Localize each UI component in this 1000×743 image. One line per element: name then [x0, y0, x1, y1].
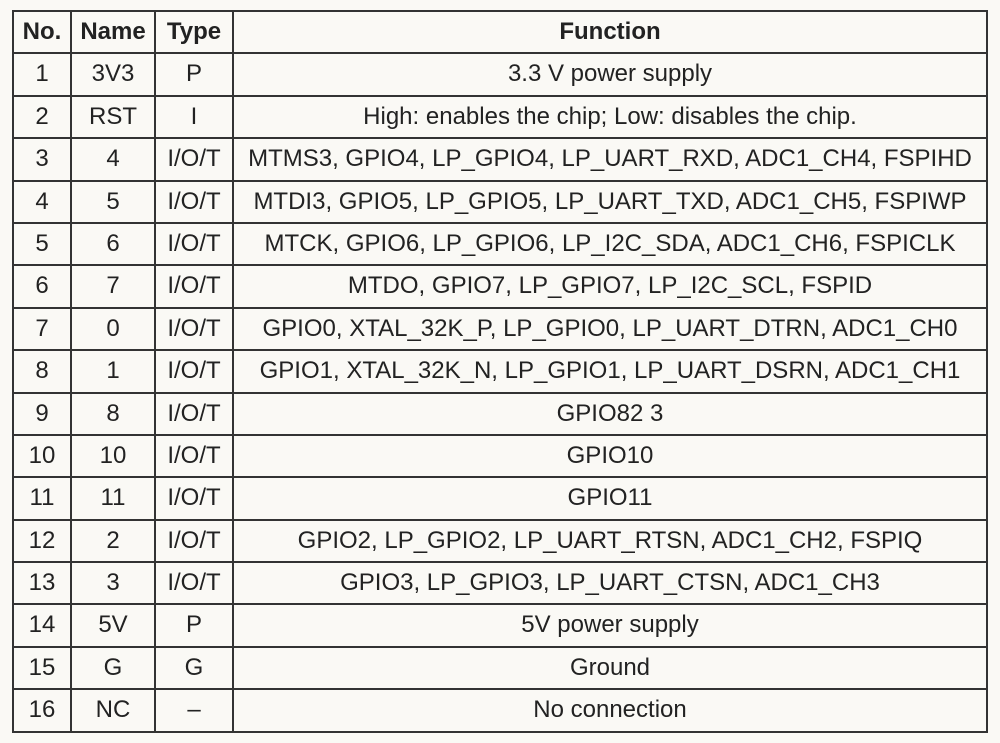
- cell-function: 5V power supply: [233, 604, 987, 646]
- header-name: Name: [71, 11, 155, 53]
- cell-name: 4: [71, 138, 155, 180]
- cell-function: GPIO82 3: [233, 393, 987, 435]
- cell-type: I/O/T: [155, 520, 233, 562]
- cell-name: 0: [71, 308, 155, 350]
- cell-type: –: [155, 689, 233, 731]
- header-no: No.: [13, 11, 71, 53]
- cell-function: GPIO3, LP_GPIO3, LP_UART_CTSN, ADC1_CH3: [233, 562, 987, 604]
- table-row: 145VP5V power supply: [13, 604, 987, 646]
- cell-type: I/O/T: [155, 562, 233, 604]
- table-row: 1010I/O/TGPIO10: [13, 435, 987, 477]
- cell-type: I/O/T: [155, 435, 233, 477]
- cell-no: 9: [13, 393, 71, 435]
- cell-no: 4: [13, 181, 71, 223]
- cell-no: 6: [13, 265, 71, 307]
- cell-name: 6: [71, 223, 155, 265]
- cell-type: I/O/T: [155, 223, 233, 265]
- cell-function: High: enables the chip; Low: disables th…: [233, 96, 987, 138]
- cell-type: I/O/T: [155, 265, 233, 307]
- cell-function: GPIO11: [233, 477, 987, 519]
- cell-no: 1: [13, 53, 71, 95]
- cell-type: I/O/T: [155, 477, 233, 519]
- table-row: 1111I/O/TGPIO11: [13, 477, 987, 519]
- cell-type: I/O/T: [155, 308, 233, 350]
- cell-no: 7: [13, 308, 71, 350]
- cell-name: 10: [71, 435, 155, 477]
- cell-function: GPIO1, XTAL_32K_N, LP_GPIO1, LP_UART_DSR…: [233, 350, 987, 392]
- cell-type: I/O/T: [155, 350, 233, 392]
- cell-no: 8: [13, 350, 71, 392]
- cell-name: G: [71, 647, 155, 689]
- table-row: 70I/O/TGPIO0, XTAL_32K_P, LP_GPIO0, LP_U…: [13, 308, 987, 350]
- cell-no: 5: [13, 223, 71, 265]
- cell-function: MTDO, GPIO7, LP_GPIO7, LP_I2C_SCL, FSPID: [233, 265, 987, 307]
- cell-function: No connection: [233, 689, 987, 731]
- header-function: Function: [233, 11, 987, 53]
- cell-function: 3.3 V power supply: [233, 53, 987, 95]
- table-row: 98I/O/TGPIO82 3: [13, 393, 987, 435]
- table-row: 81I/O/TGPIO1, XTAL_32K_N, LP_GPIO1, LP_U…: [13, 350, 987, 392]
- cell-no: 2: [13, 96, 71, 138]
- cell-type: P: [155, 53, 233, 95]
- cell-no: 3: [13, 138, 71, 180]
- table-row: 13V3P3.3 V power supply: [13, 53, 987, 95]
- pin-table: No. Name Type Function 13V3P3.3 V power …: [12, 10, 988, 733]
- cell-no: 14: [13, 604, 71, 646]
- cell-type: I: [155, 96, 233, 138]
- cell-function: Ground: [233, 647, 987, 689]
- cell-name: 3V3: [71, 53, 155, 95]
- cell-no: 12: [13, 520, 71, 562]
- table-row: 2RSTIHigh: enables the chip; Low: disabl…: [13, 96, 987, 138]
- cell-name: 1: [71, 350, 155, 392]
- cell-name: 7: [71, 265, 155, 307]
- cell-name: RST: [71, 96, 155, 138]
- table-row: 34I/O/TMTMS3, GPIO4, LP_GPIO4, LP_UART_R…: [13, 138, 987, 180]
- cell-name: 2: [71, 520, 155, 562]
- table-row: 15GGGround: [13, 647, 987, 689]
- cell-function: MTCK, GPIO6, LP_GPIO6, LP_I2C_SDA, ADC1_…: [233, 223, 987, 265]
- cell-no: 10: [13, 435, 71, 477]
- cell-no: 13: [13, 562, 71, 604]
- table-row: 45I/O/TMTDI3, GPIO5, LP_GPIO5, LP_UART_T…: [13, 181, 987, 223]
- cell-function: MTMS3, GPIO4, LP_GPIO4, LP_UART_RXD, ADC…: [233, 138, 987, 180]
- cell-name: 11: [71, 477, 155, 519]
- cell-name: NC: [71, 689, 155, 731]
- table-row: 56I/O/TMTCK, GPIO6, LP_GPIO6, LP_I2C_SDA…: [13, 223, 987, 265]
- cell-function: GPIO10: [233, 435, 987, 477]
- cell-no: 11: [13, 477, 71, 519]
- cell-function: GPIO0, XTAL_32K_P, LP_GPIO0, LP_UART_DTR…: [233, 308, 987, 350]
- cell-function: GPIO2, LP_GPIO2, LP_UART_RTSN, ADC1_CH2,…: [233, 520, 987, 562]
- cell-type: G: [155, 647, 233, 689]
- cell-name: 8: [71, 393, 155, 435]
- table-row: 122I/O/TGPIO2, LP_GPIO2, LP_UART_RTSN, A…: [13, 520, 987, 562]
- cell-function: MTDI3, GPIO5, LP_GPIO5, LP_UART_TXD, ADC…: [233, 181, 987, 223]
- cell-type: I/O/T: [155, 138, 233, 180]
- table-row: 16NC–No connection: [13, 689, 987, 731]
- cell-name: 5: [71, 181, 155, 223]
- cell-no: 16: [13, 689, 71, 731]
- cell-type: I/O/T: [155, 393, 233, 435]
- cell-type: P: [155, 604, 233, 646]
- table-row: 133I/O/TGPIO3, LP_GPIO3, LP_UART_CTSN, A…: [13, 562, 987, 604]
- header-row: No. Name Type Function: [13, 11, 987, 53]
- header-type: Type: [155, 11, 233, 53]
- cell-type: I/O/T: [155, 181, 233, 223]
- cell-name: 3: [71, 562, 155, 604]
- cell-name: 5V: [71, 604, 155, 646]
- pin-table-body: 13V3P3.3 V power supply 2RSTIHigh: enabl…: [13, 53, 987, 731]
- cell-no: 15: [13, 647, 71, 689]
- table-row: 67I/O/TMTDO, GPIO7, LP_GPIO7, LP_I2C_SCL…: [13, 265, 987, 307]
